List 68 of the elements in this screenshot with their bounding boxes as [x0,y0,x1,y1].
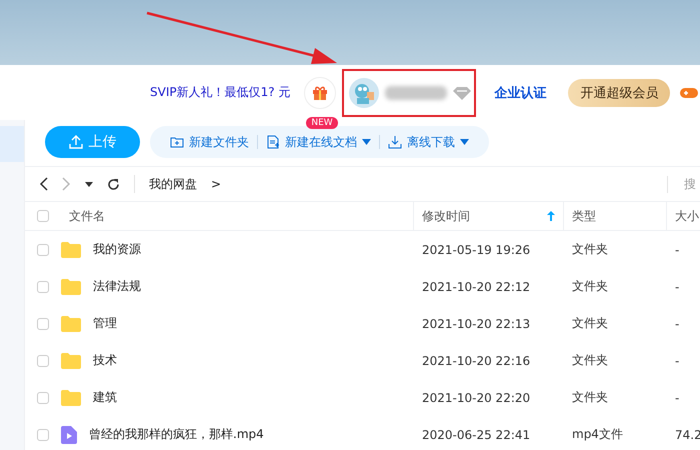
column-header[interactable]: 大小 [667,202,700,230]
folder-icon [61,352,81,368]
breadcrumb-separator: > [211,177,222,191]
file-type: mp4文件 [571,426,624,443]
file-size: - [674,242,680,256]
folder-icon [61,316,81,332]
file-size: - [674,390,680,404]
modified-time: 2021-05-19 19:26 [421,242,532,256]
modified-time: 2021-10-20 22:16 [421,354,532,368]
sort-arrow-icon[interactable] [547,211,555,221]
document-plus-icon [266,135,280,149]
file-type: 文件夹 [571,278,609,295]
file-size: - [674,316,680,330]
folder-plus-icon [170,135,184,149]
modified-time: 2021-10-20 22:13 [421,316,532,330]
file-row[interactable]: 我的资源 2021-05-19 19:26 文件夹 - [25,231,700,268]
refresh-icon[interactable] [107,178,120,190]
row-checkbox[interactable] [37,244,49,256]
video-file-icon [61,426,77,444]
folder-icon [61,390,81,406]
file-size: - [674,280,680,294]
select-all-checkbox[interactable] [37,210,49,222]
file-name[interactable]: 管理 [93,315,117,332]
folder-icon [61,278,81,294]
file-name[interactable]: 我的资源 [93,241,141,258]
breadcrumb-link[interactable]: 我的网盘 [149,176,197,192]
row-checkbox[interactable] [37,354,49,366]
row-checkbox[interactable] [37,392,49,404]
file-row[interactable]: 管理 2021-10-20 22:13 文件夹 - [25,305,700,342]
gift-icon [312,84,328,100]
diamond-icon [453,86,472,100]
file-size: - [674,354,680,368]
file-type: 文件夹 [571,315,609,332]
avatar-icon [349,78,380,108]
gift-button[interactable] [304,76,336,108]
gamepad-icon[interactable] [680,86,698,100]
upgrade-vip-button[interactable]: 开通超级会员 [568,78,670,106]
file-type: 文件夹 [571,389,609,406]
row-checkbox[interactable] [37,428,49,440]
toolbar-action-button[interactable]: 新建文件夹 [162,134,257,150]
enterprise-verify-link[interactable]: 企业认证 [494,84,546,102]
history-caret-icon[interactable] [85,182,93,186]
toolbar-action-button[interactable]: 新建在线文档 [258,134,379,150]
row-checkbox[interactable] [37,318,49,330]
upload-icon [68,135,82,149]
file-type: 文件夹 [571,352,609,369]
file-row[interactable]: 法律法规 2021-10-20 22:12 文件夹 - [25,268,700,305]
file-type: 文件夹 [571,241,609,258]
row-checkbox[interactable] [37,280,49,292]
column-header[interactable]: 修改时间 [414,202,564,230]
file-name[interactable]: 技术 [93,352,117,369]
file-row[interactable]: 技术 2021-10-20 22:16 文件夹 - [25,342,700,379]
modified-time: 2020-06-25 22:41 [421,428,532,442]
column-header[interactable]: 类型 [564,202,667,230]
download-icon [388,135,402,149]
modified-time: 2021-10-20 22:20 [421,390,532,404]
file-row[interactable]: 建筑 2021-10-20 22:20 文件夹 - [25,379,700,416]
blurred-username [385,86,448,100]
file-name[interactable]: 曾经的我那样的疯狂，那样.mp4 [89,426,264,443]
column-header[interactable]: 文件名 [61,202,414,230]
modified-time: 2021-10-20 22:12 [421,280,532,294]
sidebar-selected-item[interactable] [0,126,24,162]
file-name[interactable]: 建筑 [93,389,117,406]
promo-link[interactable]: SVIP新人礼！最低仅1? 元 [150,84,290,101]
user-account-area[interactable] [342,68,476,116]
toolbar-action-button[interactable]: 离线下载 [380,134,477,150]
file-name[interactable]: 法律法规 [93,278,141,295]
folder-icon [61,242,81,258]
